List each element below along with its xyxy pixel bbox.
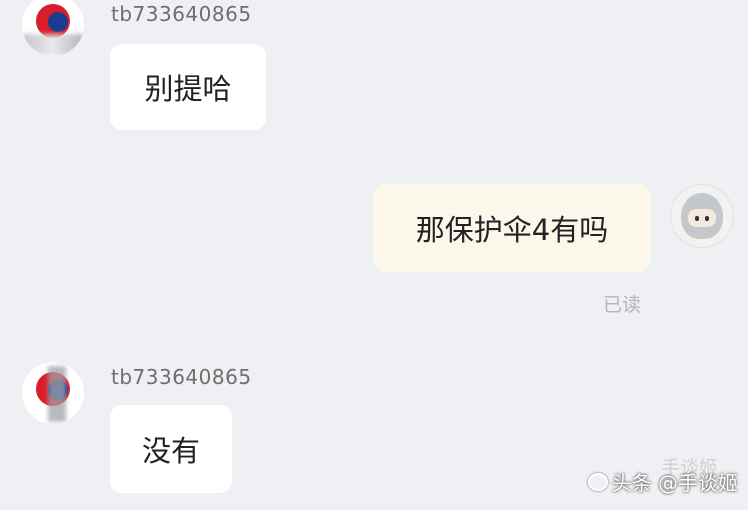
blurred-area: [48, 366, 66, 422]
sender-nickname: tb733640865: [111, 2, 252, 26]
logo-blue-circle: [48, 12, 68, 32]
message-bubble-incoming[interactable]: 没有: [110, 405, 232, 493]
message-bubble-incoming[interactable]: 别提哈: [110, 44, 266, 130]
self-avatar[interactable]: [670, 184, 734, 248]
blurred-area: [22, 34, 84, 56]
message-bubble-outgoing[interactable]: 那保护伞4有吗: [373, 184, 651, 272]
sender-nickname: tb733640865: [111, 365, 252, 389]
watermark: 头条 @手谈姬: [587, 467, 738, 496]
chat-history[interactable]: tb733640865 别提哈 那保护伞4有吗 已读 tb733640865 没…: [0, 0, 748, 510]
avatar-eye-left: [695, 216, 699, 221]
watermark-bubble-icon: [587, 472, 608, 491]
sender-avatar[interactable]: [22, 0, 84, 56]
read-receipt: 已读: [603, 294, 642, 316]
watermark-text: 头条 @手谈姬: [611, 471, 738, 495]
avatar-eye-right: [705, 216, 709, 221]
avatar-face: [688, 209, 716, 227]
sender-avatar[interactable]: [22, 362, 84, 424]
